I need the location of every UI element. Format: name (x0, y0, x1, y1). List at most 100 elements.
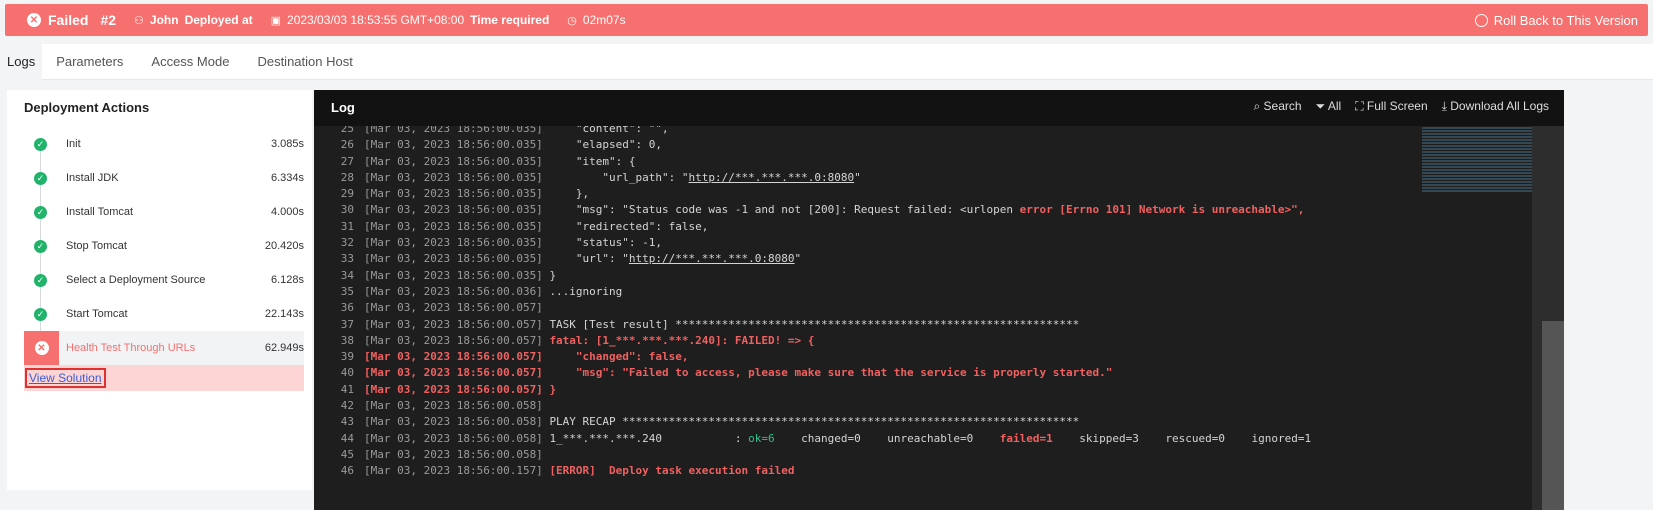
panel-title: Deployment Actions (24, 100, 150, 115)
log-text: } (549, 268, 557, 282)
line-number: 36 (340, 301, 354, 315)
search-button[interactable]: ⌕ Search (1253, 99, 1301, 114)
log-line: 26 [Mar 03, 2023 18:56:00.035] "elapsed":… (314, 137, 1311, 153)
action-item[interactable]: ✓ Install JDK 6.334s (24, 161, 304, 195)
log-text: "content": "", (549, 126, 669, 135)
line-number: 41 (340, 382, 354, 396)
user-name: John (149, 13, 179, 27)
log-line: 41 [Mar 03, 2023 18:56:00.057] } (314, 382, 1311, 398)
log-text: ...ignoring (549, 284, 623, 298)
time-required-label: Time required (470, 13, 550, 27)
action-name: Select a Deployment Source (66, 274, 206, 286)
action-time: 6.128s (270, 274, 304, 286)
log-text: fatal: [1_***.***.***.240]: FAILED! => { (549, 333, 815, 347)
rollback-label: Roll Back to This Version (1493, 12, 1638, 28)
success-icon: ✓ (34, 171, 47, 185)
log-text: TASK [Test result] *********************… (549, 317, 1080, 331)
line-number: 30 (340, 203, 354, 217)
log-line: 25 [Mar 03, 2023 18:56:00.035] "content":… (314, 126, 1311, 137)
clock-icon: ◷ (567, 14, 577, 27)
line-number: 46 (340, 464, 354, 478)
line-number: 39 (340, 350, 354, 364)
log-timestamp: [Mar 03, 2023 18:56:00.035] (364, 268, 550, 282)
rollback-button[interactable]: Roll Back to This Version (1474, 4, 1638, 36)
log-line: 31 [Mar 03, 2023 18:56:00.035] "redirecte… (314, 219, 1311, 235)
action-time: 6.334s (270, 172, 304, 184)
log-timestamp: [Mar 03, 2023 18:56:00.035] (364, 138, 550, 152)
log-timestamp: [Mar 03, 2023 18:56:00.057] (364, 317, 550, 331)
log-content[interactable]: 25 [Mar 03, 2023 18:56:00.035] "content":… (314, 126, 1419, 510)
action-list: ✓ Init 3.085s ✓ Install JDK 6.334s ✓ Install … (24, 127, 304, 391)
log-line: 30 [Mar 03, 2023 18:56:00.035] "msg": "St… (314, 202, 1311, 218)
success-icon: ✓ (34, 273, 47, 287)
line-number: 28 (340, 170, 354, 184)
log-text: "status": -1, (549, 236, 663, 250)
download-label: Download All Logs (1450, 99, 1549, 113)
log-line: 29 [Mar 03, 2023 18:56:00.035] }, (314, 186, 1311, 202)
action-name: Install JDK (66, 172, 119, 184)
action-name: Install Tomcat (66, 206, 134, 218)
log-line: 36 [Mar 03, 2023 18:56:00.057] (314, 300, 1311, 316)
fullscreen-button[interactable]: ⛶ Full Screen (1355, 99, 1427, 114)
tab-access-mode[interactable]: Access Mode (137, 44, 243, 80)
action-name: Health Test Through URLs (66, 342, 196, 354)
log-text: [ERROR] Deploy task execution failed (549, 464, 795, 478)
log-line: 40 [Mar 03, 2023 18:56:00.057] "msg": "Fa… (314, 365, 1311, 381)
log-scrollbar[interactable] (1532, 126, 1564, 510)
log-timestamp: [Mar 03, 2023 18:56:00.058] (364, 415, 550, 429)
log-text: }, (549, 187, 590, 201)
log-line: 28 [Mar 03, 2023 18:56:00.035] "url_path"… (314, 170, 1311, 186)
line-number: 27 (340, 154, 354, 168)
search-label: Search (1263, 99, 1302, 113)
status-banner: ✕ Failed #2 ⚇ John Deployed at ▣ 2023/03… (5, 4, 1648, 36)
log-timestamp: [Mar 03, 2023 18:56:00.035] (364, 219, 550, 233)
action-item[interactable]: ✓ Init 3.085s (24, 127, 304, 161)
log-timestamp: [Mar 03, 2023 18:56:00.058] (364, 447, 550, 461)
view-solution-link[interactable]: View Solution (25, 368, 106, 388)
line-number: 40 (340, 366, 354, 380)
download-button[interactable]: ⤓ Download All Logs (1442, 99, 1549, 114)
action-item[interactable]: ✓ Stop Tomcat 20.420s (24, 229, 304, 263)
deployed-label: Deployed at (184, 13, 253, 27)
tab-logs[interactable]: Logs (0, 44, 43, 80)
log-line: 37 [Mar 03, 2023 18:56:00.057] TASK [Test… (314, 317, 1311, 333)
log-minimap[interactable] (1422, 126, 1532, 216)
calendar-icon: ▣ (270, 14, 282, 27)
action-time: 20.420s (264, 240, 304, 252)
scroll-thumb[interactable] (1542, 321, 1564, 510)
action-item-failed[interactable]: ✕ Health Test Through URLs 62.949s (24, 331, 304, 365)
log-line: 39 [Mar 03, 2023 18:56:00.057] "changed":… (314, 349, 1311, 365)
log-text: "redirected": false, (549, 219, 709, 233)
action-item[interactable]: ✓ Install Tomcat 4.000s (24, 195, 304, 229)
filter-button[interactable]: ⏷ All (1316, 99, 1342, 114)
action-time: 4.000s (270, 206, 304, 218)
line-number: 33 (340, 252, 354, 266)
tab-destination-host[interactable]: Destination Host (243, 44, 366, 80)
run-number: #2 (100, 12, 117, 28)
tab-bar: Logs Parameters Access Mode Destination … (0, 44, 1653, 80)
action-time: 22.143s (264, 308, 304, 320)
user-icon: ⚇ (134, 14, 144, 27)
line-number: 26 (340, 138, 354, 152)
line-number: 45 (340, 447, 354, 461)
log-timestamp: [Mar 03, 2023 18:56:00.035] (364, 252, 550, 266)
log-timestamp: [Mar 03, 2023 18:56:00.035] (364, 126, 550, 135)
log-line: 42 [Mar 03, 2023 18:56:00.058] (314, 398, 1311, 414)
tab-parameters[interactable]: Parameters (42, 44, 137, 80)
log-timestamp: [Mar 03, 2023 18:56:00.036] (364, 284, 550, 298)
action-item[interactable]: ✓ Start Tomcat 22.143s (24, 297, 304, 331)
line-number: 35 (340, 284, 354, 298)
action-item[interactable]: ✓ Select a Deployment Source 6.128s (24, 263, 304, 297)
line-number: 31 (340, 219, 354, 233)
log-timestamp: [Mar 03, 2023 18:56:00.035] (364, 170, 550, 184)
log-line: 33 [Mar 03, 2023 18:56:00.035] "url": "ht… (314, 251, 1311, 267)
line-number: 42 (340, 399, 354, 413)
deployed-time: 2023/03/03 18:53:55 GMT+08:00 (287, 13, 465, 27)
log-timestamp: [Mar 03, 2023 18:56:00.035] (364, 154, 550, 168)
log-text: 1_***.***.***.240 : ok=6 changed=0 unrea… (549, 431, 1312, 445)
filter-label: All (1327, 99, 1342, 113)
log-title: Log (331, 100, 355, 115)
log-timestamp: [Mar 03, 2023 18:56:00.035] (364, 203, 550, 217)
failed-icon: ✕ (27, 13, 41, 27)
log-timestamp: [Mar 03, 2023 18:56:00.057] (364, 301, 550, 315)
